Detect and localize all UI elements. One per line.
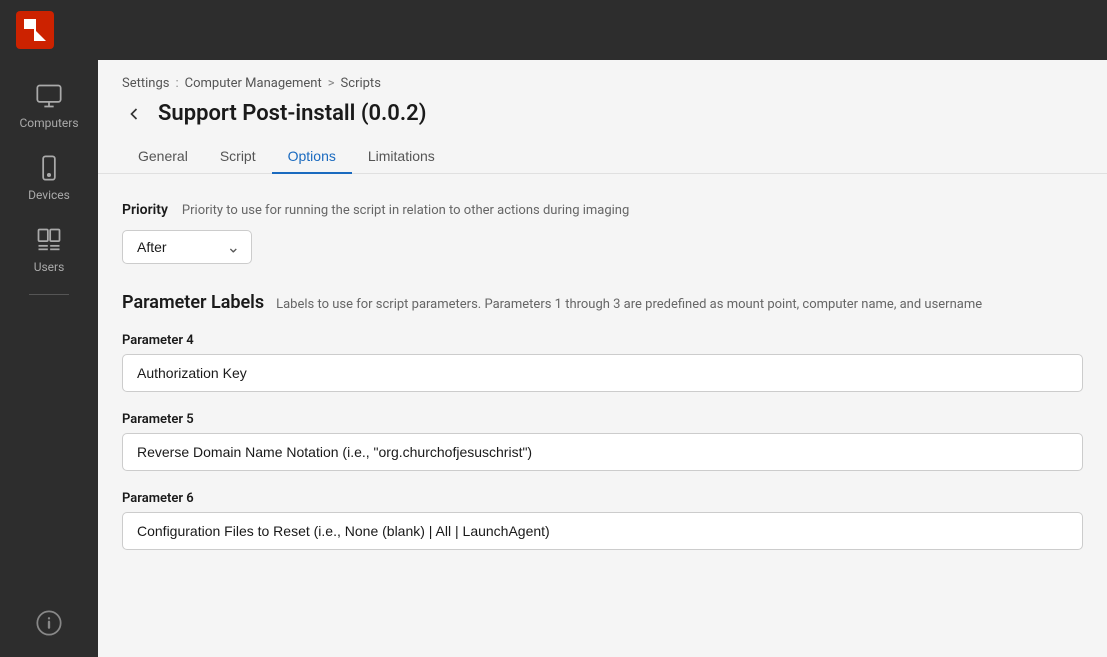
topbar: [0, 0, 1107, 60]
tab-options[interactable]: Options: [272, 140, 352, 174]
priority-description: Priority to use for running the script i…: [182, 203, 629, 218]
header-area: Settings : Computer Management > Scripts…: [98, 60, 1107, 174]
page-title-row: Support Post-install (0.0.2): [122, 101, 1083, 126]
parameter-6-label: Parameter 6: [122, 491, 1083, 506]
sidebar-item-computers[interactable]: Computers: [0, 70, 98, 142]
breadcrumb-sep1: :: [175, 76, 178, 91]
back-button[interactable]: [122, 102, 146, 126]
parameter-4-field: Parameter 4: [122, 333, 1083, 392]
priority-select-wrapper: Before After At Reboot ⌄: [122, 230, 252, 264]
parameter-labels-title: Parameter Labels: [122, 292, 264, 313]
sidebar-divider: [29, 294, 69, 295]
sidebar-item-computers-label: Computers: [19, 116, 78, 130]
body-content: Priority Priority to use for running the…: [98, 174, 1107, 602]
info-icon: [35, 609, 63, 637]
breadcrumb: Settings : Computer Management > Scripts: [122, 76, 1083, 91]
parameter-labels-description: Labels to use for script parameters. Par…: [276, 297, 982, 312]
parameter-5-field: Parameter 5: [122, 412, 1083, 471]
content-area: Settings : Computer Management > Scripts…: [98, 60, 1107, 657]
breadcrumb-settings: Settings: [122, 76, 169, 91]
sidebar-item-devices[interactable]: Devices: [0, 142, 98, 214]
parameter-labels-section: Parameter Labels Labels to use for scrip…: [122, 292, 1083, 550]
parameter-6-field: Parameter 6: [122, 491, 1083, 550]
sidebar-info-button[interactable]: [35, 609, 63, 641]
users-icon: [35, 226, 63, 254]
tab-script[interactable]: Script: [204, 140, 272, 174]
sidebar: Computers Devices Users: [0, 60, 98, 657]
parameter-5-input[interactable]: [122, 433, 1083, 471]
device-icon: [35, 154, 63, 182]
tab-general[interactable]: General: [122, 140, 204, 174]
logo-icon: [16, 11, 54, 49]
sidebar-item-users-label: Users: [34, 260, 65, 274]
sidebar-item-users[interactable]: Users: [0, 214, 98, 286]
parameter-5-label: Parameter 5: [122, 412, 1083, 427]
tabs: General Script Options Limitations: [122, 140, 1083, 173]
page-title: Support Post-install (0.0.2): [158, 101, 426, 126]
breadcrumb-sep2: >: [328, 76, 335, 91]
parameter-labels-header: Parameter Labels Labels to use for scrip…: [122, 292, 1083, 313]
priority-select[interactable]: Before After At Reboot: [122, 230, 252, 264]
back-arrow-icon: [124, 104, 144, 124]
tab-limitations[interactable]: Limitations: [352, 140, 451, 174]
parameter-4-label: Parameter 4: [122, 333, 1083, 348]
priority-section: Priority Priority to use for running the…: [122, 202, 1083, 264]
parameter-4-input[interactable]: [122, 354, 1083, 392]
breadcrumb-computer-management[interactable]: Computer Management: [185, 76, 322, 91]
parameter-6-input[interactable]: [122, 512, 1083, 550]
sidebar-item-devices-label: Devices: [28, 188, 70, 202]
breadcrumb-scripts: Scripts: [341, 76, 381, 91]
priority-label: Priority: [122, 202, 168, 218]
computer-icon: [35, 82, 63, 110]
